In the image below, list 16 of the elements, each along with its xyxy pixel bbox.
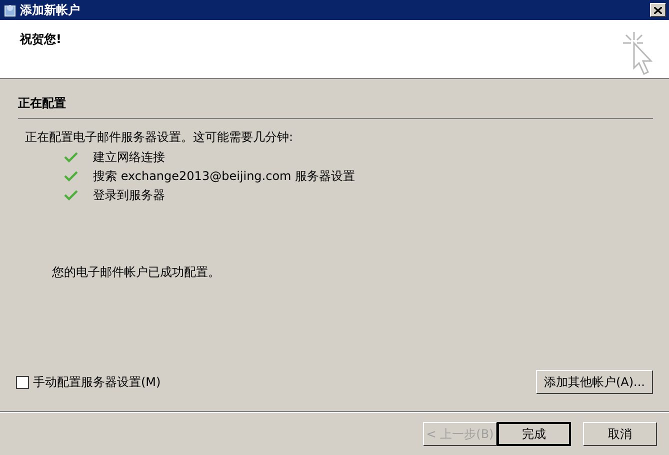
checkbox[interactable] bbox=[16, 376, 29, 388]
header-title: 祝贺您! bbox=[20, 31, 62, 48]
step-label: 搜索 exchange2013@beijing.com 服务器设置 bbox=[93, 168, 356, 185]
step-label: 登录到服务器 bbox=[93, 187, 165, 204]
dialog-button[interactable]: 取消 bbox=[583, 422, 657, 446]
manual-config-checkbox[interactable]: 手动配置服务器设置(M) bbox=[16, 373, 161, 391]
success-message: 您的电子邮件帐户已成功配置。 bbox=[52, 264, 221, 281]
app-icon bbox=[3, 3, 17, 17]
section-title: 正在配置 bbox=[18, 95, 67, 112]
dialog-button[interactable]: 完成 bbox=[497, 422, 571, 446]
step-label: 建立网络连接 bbox=[93, 149, 165, 166]
intro-text: 正在配置电子邮件服务器设置。这可能需要几分钟: bbox=[25, 129, 294, 146]
close-button[interactable] bbox=[650, 3, 666, 17]
window-title: 添加新帐户 bbox=[20, 2, 81, 19]
close-icon bbox=[654, 6, 662, 14]
add-account-button[interactable]: 添加其他帐户(A)... bbox=[536, 370, 653, 394]
